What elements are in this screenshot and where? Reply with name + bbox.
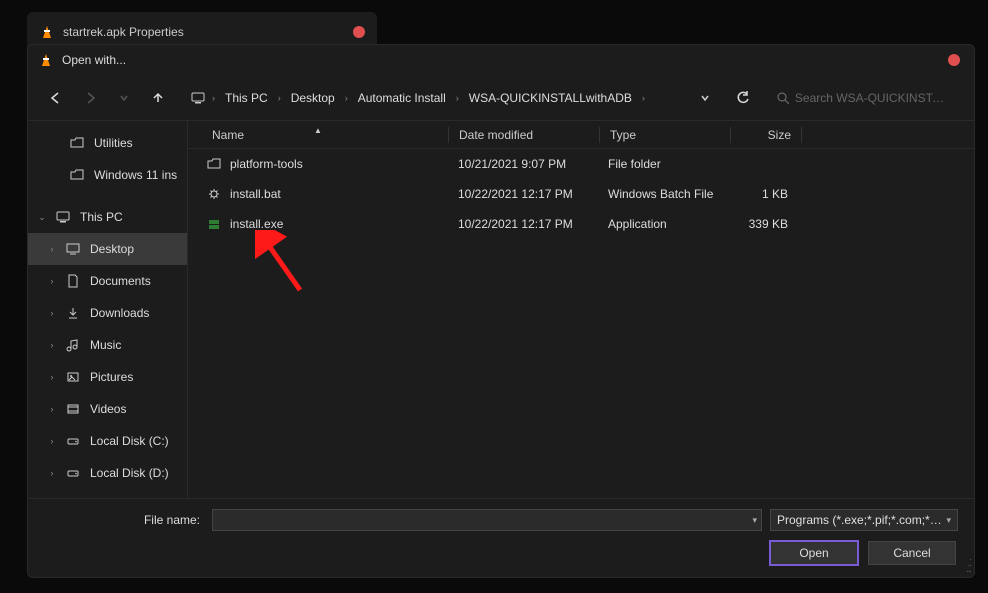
- search-icon: [776, 91, 789, 105]
- sidebar-item[interactable]: Utilities: [28, 127, 187, 159]
- document-icon: [66, 274, 82, 288]
- sort-ascending-icon: ▲: [314, 126, 322, 135]
- folder-icon: [70, 136, 86, 150]
- file-row[interactable]: install.bat 10/22/2021 12:17 PM Windows …: [188, 179, 974, 209]
- download-icon: [66, 306, 82, 320]
- sidebar-item-videos[interactable]: › Videos: [28, 393, 187, 425]
- sidebar-item-pictures[interactable]: › Pictures: [28, 361, 187, 393]
- recent-dropdown[interactable]: [112, 86, 136, 110]
- folder-icon: [206, 156, 222, 172]
- breadcrumb-segment[interactable]: Desktop: [287, 88, 339, 108]
- column-header-type[interactable]: Type: [600, 128, 730, 142]
- vlc-icon: [39, 24, 55, 40]
- chevron-right-icon[interactable]: ›: [46, 308, 58, 318]
- chevron-down-icon[interactable]: ▾: [946, 515, 951, 526]
- back-button[interactable]: [44, 86, 68, 110]
- chevron-right-icon[interactable]: ›: [640, 93, 647, 103]
- dialog-title: Open with...: [62, 53, 940, 67]
- application-icon: [206, 216, 222, 232]
- column-headers: Name ▲ Date modified Type Size: [188, 121, 974, 149]
- cancel-button[interactable]: Cancel: [868, 541, 956, 565]
- chevron-right-icon[interactable]: ›: [46, 372, 58, 382]
- chevron-right-icon[interactable]: ›: [276, 93, 283, 103]
- refresh-button[interactable]: [728, 87, 758, 109]
- chevron-right-icon[interactable]: ›: [46, 404, 58, 414]
- path-history-dropdown[interactable]: [692, 89, 718, 107]
- open-dialog: Open with... › This PC › Desktop › Autom…: [27, 44, 975, 578]
- chevron-right-icon[interactable]: ›: [46, 276, 58, 286]
- sidebar-item-disk-d[interactable]: › Local Disk (D:): [28, 457, 187, 489]
- column-header-name[interactable]: Name ▲: [188, 128, 448, 142]
- file-list: Name ▲ Date modified Type Size platform-…: [188, 121, 974, 498]
- chevron-right-icon[interactable]: ›: [46, 436, 58, 446]
- properties-window-title: startrek.apk Properties: [63, 25, 345, 39]
- sidebar: Utilities Windows 11 ins ⌄ This PC › Des…: [28, 121, 188, 498]
- desktop-icon: [66, 242, 82, 256]
- search-input[interactable]: Search WSA-QUICKINSTALL...: [768, 84, 958, 112]
- sidebar-item-downloads[interactable]: › Downloads: [28, 297, 187, 329]
- chevron-down-icon[interactable]: ⌄: [36, 212, 48, 223]
- video-icon: [66, 402, 82, 416]
- search-placeholder: Search WSA-QUICKINSTALL...: [795, 91, 950, 105]
- chevron-right-icon[interactable]: ›: [210, 93, 217, 103]
- toolbar: › This PC › Desktop › Automatic Install …: [28, 75, 974, 121]
- breadcrumb-segment[interactable]: This PC: [221, 88, 272, 108]
- chevron-down-icon[interactable]: ▾: [752, 515, 757, 526]
- file-row[interactable]: platform-tools 10/21/2021 9:07 PM File f…: [188, 149, 974, 179]
- picture-icon: [66, 370, 82, 384]
- breadcrumb-segment[interactable]: WSA-QUICKINSTALLwithADB: [465, 88, 636, 108]
- up-button[interactable]: [146, 86, 170, 110]
- close-icon[interactable]: [353, 26, 365, 38]
- sidebar-item-music[interactable]: › Music: [28, 329, 187, 361]
- music-icon: [66, 338, 82, 352]
- forward-button[interactable]: [78, 86, 102, 110]
- filename-input[interactable]: ▾: [212, 509, 762, 531]
- sidebar-item-desktop[interactable]: › Desktop: [28, 233, 187, 265]
- disk-icon: [66, 434, 82, 448]
- breadcrumb-segment[interactable]: Automatic Install: [354, 88, 450, 108]
- vlc-icon: [38, 52, 54, 68]
- sidebar-item-disk-c[interactable]: › Local Disk (C:): [28, 425, 187, 457]
- filename-label: File name:: [44, 513, 204, 527]
- dialog-titlebar: Open with...: [28, 45, 974, 75]
- gear-icon: [206, 186, 222, 202]
- sidebar-item-documents[interactable]: › Documents: [28, 265, 187, 297]
- disk-icon: [66, 466, 82, 480]
- breadcrumb[interactable]: › This PC › Desktop › Automatic Install …: [190, 88, 682, 108]
- sidebar-item[interactable]: Windows 11 ins: [28, 159, 187, 191]
- chevron-right-icon[interactable]: ›: [343, 93, 350, 103]
- column-header-size[interactable]: Size: [731, 128, 801, 142]
- column-header-date[interactable]: Date modified: [449, 128, 599, 142]
- file-row[interactable]: install.exe 10/22/2021 12:17 PM Applicat…: [188, 209, 974, 239]
- dialog-footer: File name: ▾ Programs (*.exe;*.pif;*.com…: [28, 498, 974, 577]
- open-button[interactable]: Open: [770, 541, 858, 565]
- chevron-right-icon[interactable]: ›: [46, 340, 58, 350]
- chevron-right-icon[interactable]: ›: [454, 93, 461, 103]
- file-type-filter[interactable]: Programs (*.exe;*.pif;*.com;*.bat) ▾: [770, 509, 958, 531]
- resize-grip[interactable]: .. .. . .: [966, 555, 970, 573]
- sidebar-item-this-pc[interactable]: ⌄ This PC: [28, 201, 187, 233]
- pc-icon: [56, 210, 72, 224]
- pc-icon: [190, 90, 206, 106]
- folder-icon: [70, 168, 86, 182]
- chevron-right-icon[interactable]: ›: [46, 244, 58, 254]
- chevron-right-icon[interactable]: ›: [46, 468, 58, 478]
- close-icon[interactable]: [948, 54, 960, 66]
